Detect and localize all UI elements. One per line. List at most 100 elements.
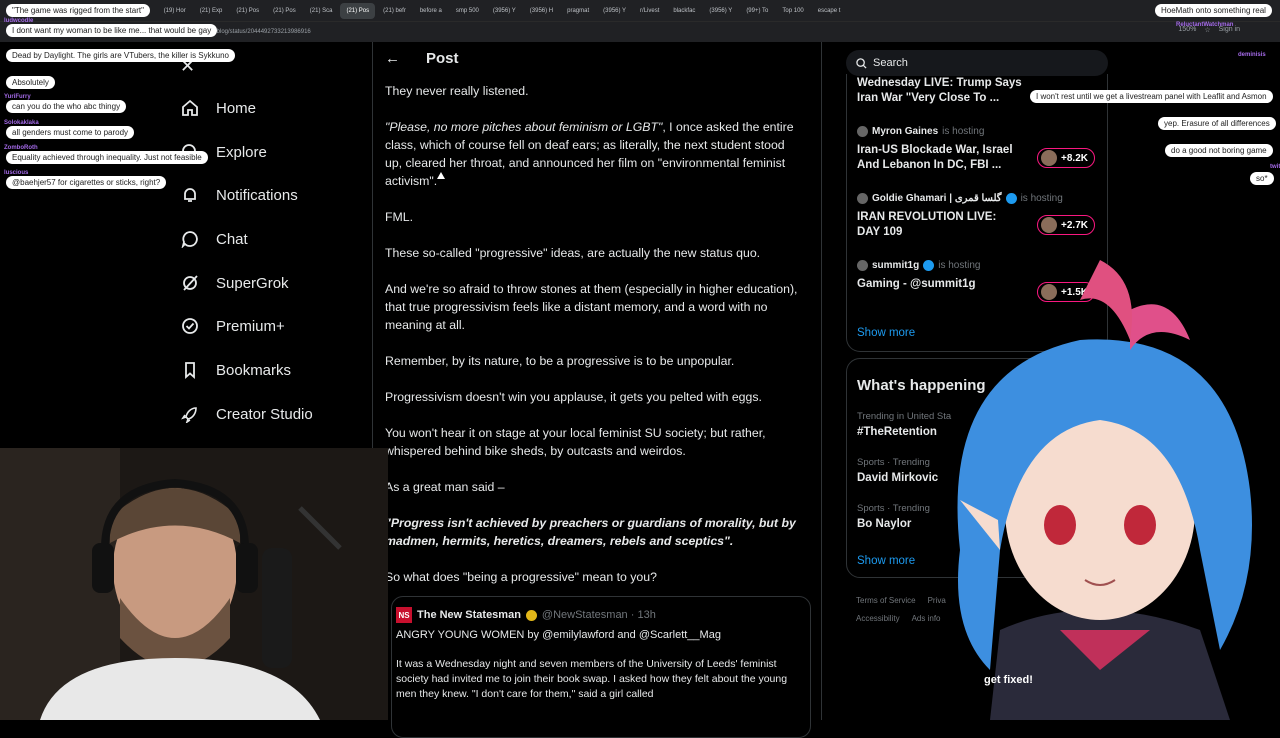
post-paragraph: Remember, by its nature, to be a progres… [385,354,735,368]
chat-message: can you do the who abc thingy [6,100,127,113]
verified-badge-icon [1005,193,1017,204]
host-name: Goldie Ghamari | گلسا قمری [872,193,1002,204]
browser-tab[interactable]: (3956) Y [487,3,522,19]
viewer-count-badge[interactable]: +2.7K [1037,215,1095,235]
home-icon [180,98,200,118]
host-name: Myron Gaines [872,126,939,137]
mouse-cursor-icon [437,172,445,179]
browser-tab[interactable]: (3956) Y [703,3,738,19]
quoted-post-headline: ANGRY YOUNG WOMEN by @emilylawford and @… [396,629,721,641]
nav-item-chat[interactable]: Chat [180,224,248,254]
nav-label-explore: Explore [216,143,267,161]
browser-tab[interactable]: (21) Pos [230,3,265,19]
browser-tab[interactable]: (21) Sca [304,3,339,19]
post-paragraph: FML. [385,210,414,224]
post-quote-paragraph: "Progress isn't achieved by preachers or… [385,516,796,548]
chat-message: do a good not boring game [1165,144,1273,157]
browser-tab[interactable]: (21) befr [377,3,412,19]
quoted-post-body: It was a Wednesday night and seven membe… [396,658,788,700]
browser-tab[interactable]: escape t [812,3,847,19]
browser-tab[interactable]: (99+) To [740,3,774,19]
chat-username: deminisis [1238,52,1266,58]
nav-item-home[interactable]: Home [180,93,256,123]
browser-tab[interactable]: (3956) H [524,3,559,19]
chat-message: Absolutely [6,76,55,89]
vtuber-avatar [900,250,1280,720]
nav-item-supergrok[interactable]: SuperGrok [180,268,289,298]
post-paragraph: Progressivism doesn't win you applause, … [385,390,762,404]
search-input[interactable]: Search [846,50,1108,76]
nav-label-notifications: Notifications [216,186,298,204]
viewer-count-badge[interactable]: +8.2K [1037,148,1095,168]
chat-message: I dont want my woman to be like me... th… [6,24,218,37]
browser-tab[interactable]: (3956) Y [597,3,632,19]
browser-tab[interactable]: (21) Pos [340,2,376,19]
post-italic-quote: "Please, no more pitches about feminism … [385,120,663,134]
footer-link-accessibility[interactable]: Accessibility [856,614,900,623]
chat-message: "The game was rigged from the start" [6,4,150,17]
avatar [1041,150,1057,166]
browser-tab[interactable]: Top 100 [776,3,809,19]
post-header-title: Post [426,50,459,67]
chat-message: Equality achieved through inequality. Ju… [6,151,208,164]
post-paragraph: These so-called "progressive" ideas, are… [385,246,761,260]
browser-tab[interactable]: smp 500 [450,3,485,19]
browser-tab[interactable]: (19) Hor [158,3,192,19]
browser-tab[interactable]: blackfac [667,3,701,19]
browser-tab[interactable]: (21) Exp [194,3,229,19]
nav-label-creator-studio: Creator Studio [216,405,313,423]
avatar [857,260,868,271]
post-paragraph: They never really listened. [385,84,529,98]
nav-item-creator-studio[interactable]: Creator Studio [180,399,313,429]
back-arrow-icon[interactable]: ← [385,50,400,67]
live-item[interactable]: Goldie Ghamari | گلسا قمری is hosting IRA… [857,193,1107,240]
browser-tab[interactable]: r/Livest [634,3,665,19]
search-placeholder: Search [873,57,908,69]
nav-item-premium[interactable]: Premium+ [180,311,285,341]
nav-item-notifications[interactable]: Notifications [180,180,298,210]
streamer-webcam [0,448,388,720]
viewer-count: +8.2K [1061,152,1088,164]
search-icon [856,57,867,69]
post-paragraph: And we're so afraid to throw stones at t… [385,282,798,332]
chat-icon [180,229,200,249]
live-host: Myron Gaines is hosting [857,126,1107,137]
chat-message: yep. Erasure of all differences [1158,117,1276,130]
avatar [857,193,868,204]
nav-label-home: Home [216,99,257,117]
verified-badge-icon [525,609,537,621]
avatar [1041,217,1057,233]
live-item[interactable]: Myron Gaines is hosting Iran-US Blockade … [857,126,1107,173]
nav-label-premium: Premium+ [216,317,285,335]
viewer-count: +2.7K [1061,219,1088,231]
nav-item-bookmarks[interactable]: Bookmarks [180,355,291,385]
chat-message: @baehjer57 for cigarettes or sticks, rig… [6,176,167,189]
chat-message: HoeMath onto something real [1155,4,1272,17]
browser-tab[interactable]: before a [414,3,448,19]
post-column: ← Post They never really listened. "Plea… [372,42,822,738]
quoted-author-name[interactable]: The New Statesman [417,609,521,621]
chat-username: twitch_adeedy [1270,164,1280,170]
post-paragraph: You won't hear it on stage at your local… [385,426,766,458]
avatar [857,126,868,137]
hosting-label: is hosting [1020,193,1063,204]
nav-label-supergrok: SuperGrok [216,274,289,292]
chat-message: all genders must come to parody [6,126,135,139]
rocket-icon [180,404,200,424]
url-text[interactable]: /blog/status/2044492733213986916 [215,29,311,35]
post-paragraph: As a great man said – [385,480,505,494]
chat-username: ReluctantWatchman [1176,22,1234,28]
live-title: Wednesday LIVE: Trump Says Iran War "Ver… [857,77,1022,104]
live-title: Iran-US Blockade War, Israel And Lebanon… [857,144,1013,171]
hosting-label: is hosting [942,126,985,137]
live-host: Goldie Ghamari | گلسا قمری is hosting [857,193,1107,204]
browser-tab[interactable]: pragmat [561,3,595,19]
bookmark-icon [180,360,200,380]
browser-tab-strip: "The game was rigged from the start" (395… [0,0,1280,22]
bell-icon [180,185,200,205]
browser-tab[interactable]: (21) Pos [267,3,302,19]
quoted-post-card[interactable]: NS The New Statesman @NewStatesman · 13h… [391,596,811,738]
chat-message: so* [1250,172,1274,185]
live-title: IRAN REVOLUTION LIVE: DAY 109 [857,211,997,238]
grok-icon [180,273,200,293]
